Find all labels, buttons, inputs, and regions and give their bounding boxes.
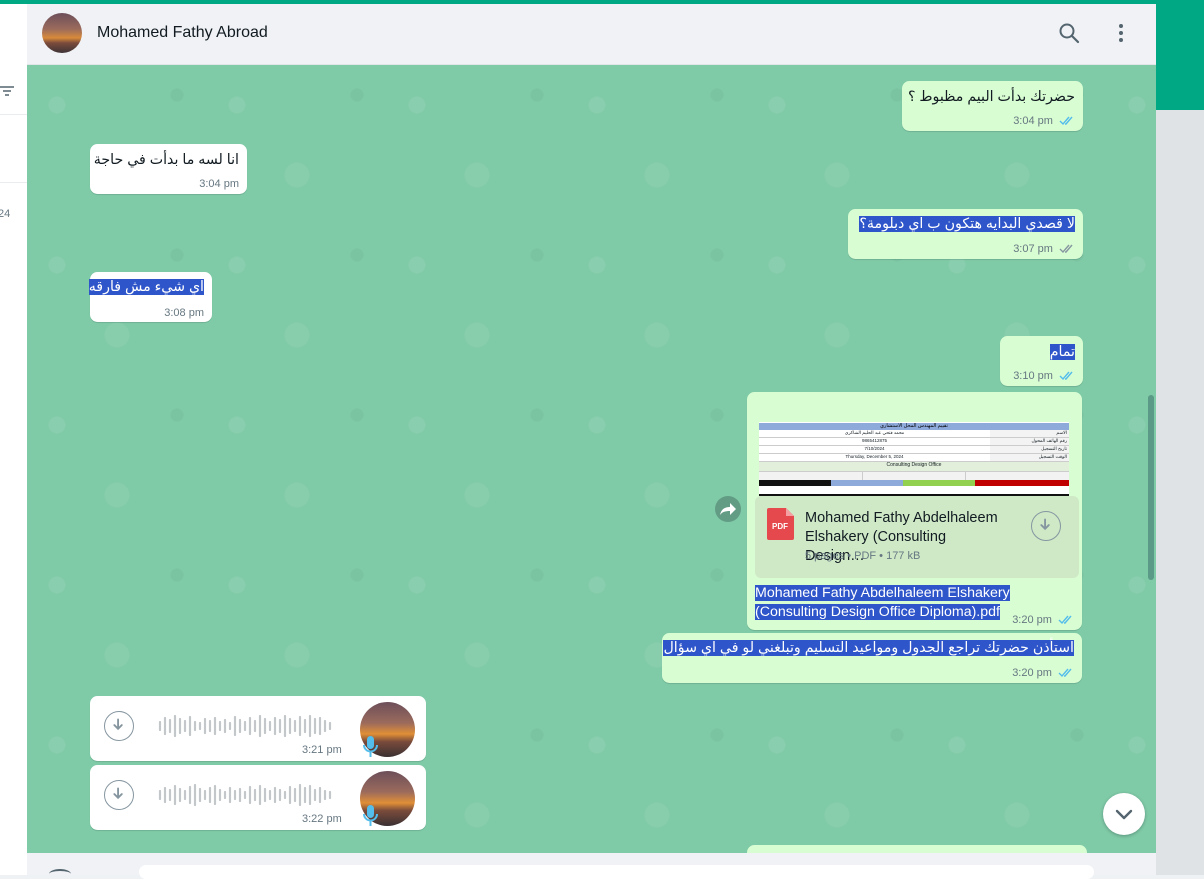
- message-composer: [27, 853, 1156, 879]
- background-accent: [1156, 0, 1204, 110]
- preview-label: رقم الهاتف المحول: [990, 438, 1069, 445]
- caption-line: (Consulting Design Office Diploma).pdf: [755, 604, 1000, 620]
- chat-list-pane: 24: [0, 4, 28, 875]
- contact-name[interactable]: Mohamed Fathy Abroad: [97, 24, 268, 42]
- message-text: حضرتك بدأت البيم مظبوط ؟: [907, 89, 1075, 105]
- waveform[interactable]: [158, 710, 338, 742]
- message-text: اي شيء مش فارقه: [88, 279, 204, 295]
- emoji-icon[interactable]: [49, 869, 71, 879]
- search-icon[interactable]: [1057, 21, 1081, 45]
- message-time: 3:20 pm: [1012, 667, 1074, 679]
- document-meta: 5 pages • PDF • 177 kB: [805, 550, 921, 562]
- message-text: استأذن حضرتك تراجع الجدول ومواعيد التسلي…: [663, 640, 1074, 656]
- message-text: انا لسه ما بدأت في حاجة: [93, 152, 239, 168]
- preview-value: 9865412875: [861, 438, 888, 443]
- preview-value: Thursday, December 5, 2024: [845, 454, 904, 459]
- message-bubble-incoming[interactable]: اي شيء مش فارقه 3:08 pm: [88, 272, 212, 322]
- pdf-file-icon: PDF: [767, 508, 794, 540]
- message-time: 3:07 pm: [1013, 243, 1075, 255]
- side-scrollbar[interactable]: [1148, 395, 1154, 580]
- read-receipt-icon: [1059, 371, 1073, 381]
- message-bubble-outgoing[interactable]: لا قصدي البدايه هتكون ب اي دبلومة؟ 3:07 …: [848, 209, 1083, 259]
- message-input[interactable]: [139, 865, 1094, 879]
- menu-icon[interactable]: [1109, 21, 1133, 45]
- chat-list-fragment: 24: [0, 208, 11, 220]
- message-time: 3:08 pm: [164, 307, 204, 319]
- message-time: 3:04 pm: [1013, 115, 1075, 127]
- download-icon[interactable]: [104, 780, 134, 810]
- message-text: لا قصدي البدايه هتكون ب اي دبلومة؟: [859, 216, 1075, 232]
- background-panel: [1156, 110, 1204, 875]
- message-time: 3:10 pm: [1013, 370, 1075, 382]
- preview-label: الاسم: [990, 430, 1069, 437]
- chat-list-divider: [0, 114, 27, 115]
- forward-icon[interactable]: [715, 496, 741, 522]
- chat-list-divider: [0, 182, 27, 183]
- message-bubble-outgoing[interactable]: تمام 3:10 pm: [1000, 336, 1083, 386]
- preview-label: تاريخ التسجيل: [990, 446, 1069, 453]
- message-bubble-incoming[interactable]: انا لسه ما بدأت في حاجة 3:04 pm: [90, 144, 247, 194]
- preview-label: الوقت التسجيل: [990, 454, 1069, 461]
- message-text: تمام: [1049, 344, 1075, 360]
- download-icon[interactable]: [1031, 511, 1061, 541]
- message-bubble-outgoing[interactable]: استأذن حضرتك تراجع الجدول ومواعيد التسلي…: [662, 633, 1082, 683]
- preview-section: Consulting Design Office: [759, 462, 1069, 472]
- message-time: 3:04 pm: [199, 178, 239, 190]
- message-bubble-outgoing[interactable]: [747, 845, 1087, 853]
- delivered-receipt-icon: [1059, 244, 1073, 254]
- read-receipt-icon: [1058, 668, 1072, 678]
- voice-message[interactable]: 3:22 pm: [90, 765, 426, 830]
- document-card[interactable]: PDF Mohamed Fathy Abdelhaleem Elshakery …: [755, 496, 1079, 578]
- voice-message[interactable]: 3:21 pm: [90, 696, 426, 761]
- document-preview[interactable]: تقييم المهندس المحل الاستشاري محمد فتحي …: [759, 422, 1069, 496]
- message-bubble-outgoing[interactable]: حضرتك بدأت البيم مظبوط ؟ 3:04 pm: [902, 81, 1083, 131]
- message-time: 3:21 pm: [302, 744, 342, 756]
- microphone-icon: [363, 736, 378, 757]
- caption-line: Mohamed Fathy Abdelhaleem Elshakery: [755, 585, 1010, 601]
- microphone-icon: [363, 805, 378, 826]
- document-caption: Mohamed Fathy Abdelhaleem Elshakery (Con…: [755, 584, 1010, 622]
- chat-header: Mohamed Fathy Abroad: [27, 4, 1156, 65]
- preview-value: محمد فتحي عبد الحليم الشاكري: [844, 430, 905, 435]
- pdf-badge-label: PDF: [772, 522, 788, 531]
- scroll-down-button[interactable]: [1103, 793, 1145, 835]
- contact-avatar[interactable]: [42, 13, 82, 53]
- download-icon[interactable]: [104, 711, 134, 741]
- read-receipt-icon: [1058, 615, 1072, 625]
- filter-icon[interactable]: [0, 84, 14, 98]
- chat-messages-area[interactable]: حضرتك بدأت البيم مظبوط ؟ 3:04 pm انا لسه…: [27, 65, 1156, 853]
- preview-title: تقييم المهندس المحل الاستشاري: [759, 423, 1069, 430]
- message-time: 3:22 pm: [302, 813, 342, 825]
- document-message[interactable]: تقييم المهندس المحل الاستشاري محمد فتحي …: [747, 392, 1082, 630]
- preview-value: 7/10/2024: [864, 446, 885, 451]
- waveform[interactable]: [158, 779, 338, 811]
- read-receipt-icon: [1059, 116, 1073, 126]
- message-time: 3:20 pm: [1012, 614, 1074, 626]
